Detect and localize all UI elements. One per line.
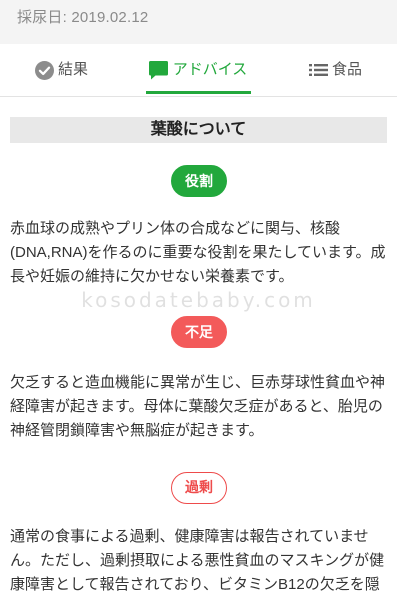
- chat-bubble-icon: [148, 60, 169, 80]
- tab-food-label: 食品: [331, 61, 362, 78]
- shortage-description: 欠乏すると造血機能に異常が生じ、巨赤芽球性貧血や神経障害が起きます。母体に葉酸欠…: [10, 374, 386, 439]
- active-tab-indicator: [145, 91, 251, 94]
- role-description: 赤血球の成熟やプリン体の合成などに関与、核酸(DNA,RNA)を作るのに重要な役…: [10, 220, 386, 285]
- excess-badge: 過剰: [171, 472, 227, 504]
- role-badge: 役割: [171, 165, 227, 197]
- list-icon: [308, 63, 328, 77]
- shortage-section: 不足 欠乏すると造血機能に異常が生じ、巨赤芽球性貧血や神経障害が起きます。母体に…: [10, 316, 388, 443]
- tab-results-label: 結果: [57, 61, 88, 78]
- sample-date-label: 採尿日: 2019.02.12: [17, 9, 149, 26]
- shortage-badge: 不足: [171, 316, 227, 348]
- role-section: 役割 赤血球の成熟やプリン体の合成などに関与、核酸(DNA,RNA)を作るのに重…: [10, 165, 388, 289]
- tab-advice-label: アドバイス: [172, 61, 248, 78]
- tab-advice[interactable]: アドバイス: [136, 44, 259, 96]
- app-screen: 採尿日: 2019.02.12 結果 アドバイス 食品 葉酸について 役割 赤血…: [0, 0, 397, 600]
- tab-food[interactable]: 食品: [259, 44, 397, 96]
- excess-section: 過剰 通常の食事による過剰、健康障害は報告されていません。ただし、過剰摂取による…: [10, 472, 388, 597]
- tab-bar: 結果 アドバイス 食品: [0, 44, 397, 97]
- advice-content: 葉酸について 役割 赤血球の成熟やプリン体の合成などに関与、核酸(DNA,RNA…: [0, 97, 397, 597]
- article-title: 葉酸について: [10, 117, 387, 143]
- excess-description: 通常の食事による過剰、健康障害は報告されていません。ただし、過剰摂取による悪性貧…: [10, 528, 385, 593]
- tab-results[interactable]: 結果: [0, 44, 136, 96]
- sample-date-header: 採尿日: 2019.02.12: [0, 0, 397, 44]
- check-circle-icon: [34, 60, 54, 80]
